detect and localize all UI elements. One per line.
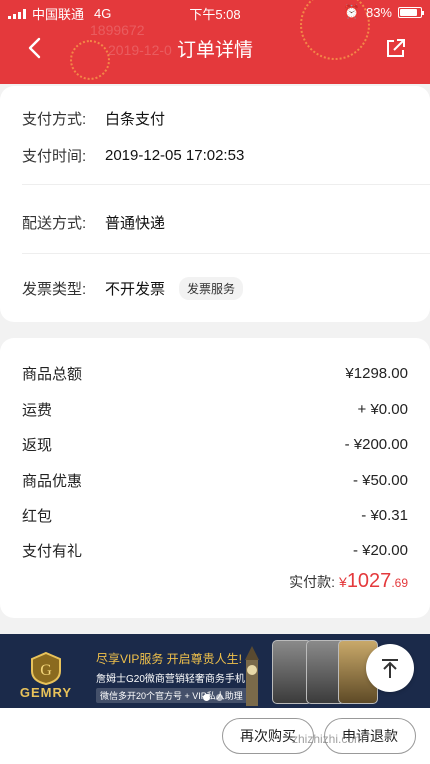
brand-name: GEMRY <box>19 685 73 700</box>
payment-time-row: 支付时间: 2019-12-05 17:02:53 <box>22 143 408 167</box>
delivery-method-label: 配送方式: <box>22 214 87 232</box>
delivery-method-row: 配送方式: 普通快递 <box>22 210 408 234</box>
divider <box>22 253 430 254</box>
price-row: 红包 - ¥0.31 <box>22 503 408 527</box>
total-paid-label: 实付款: <box>289 574 336 590</box>
crest-icon: G <box>31 651 61 685</box>
payment-time-value: 2019-12-05 17:02:53 <box>105 146 245 164</box>
payment-method-row: 支付方式: 白条支付 <box>22 106 408 130</box>
price-row-label: 支付有礼 <box>22 542 83 560</box>
scroll-to-top-button[interactable] <box>366 644 414 692</box>
clock-tower-image <box>245 646 259 706</box>
battery-icon <box>398 6 424 18</box>
invoice-service-tag[interactable]: 发票服务 <box>179 276 244 300</box>
arrow-up-icon <box>382 659 398 678</box>
payment-method-label: 支付方式: <box>22 110 87 128</box>
carousel-dot[interactable] <box>216 694 223 701</box>
divider <box>22 184 430 185</box>
price-row-value: - ¥20.00 <box>352 541 408 559</box>
navbar: 订单详情 <box>0 24 430 72</box>
total-paid-value: ¥1027.69 <box>339 570 408 593</box>
price-row: 商品总额 ¥1298.00 <box>22 361 408 385</box>
currency-symbol: ¥ <box>339 574 347 590</box>
price-row-value: - ¥200.00 <box>344 435 408 453</box>
payment-method-value: 白条支付 <box>105 110 166 128</box>
price-row: 支付有礼 - ¥20.00 <box>22 538 408 562</box>
price-row: 返现 - ¥200.00 <box>22 432 408 456</box>
price-row-label: 商品总额 <box>22 365 83 383</box>
total-decimal: .69 <box>391 576 408 590</box>
total-paid: 实付款: ¥1027.69 <box>289 570 408 593</box>
price-row-value: ¥1298.00 <box>345 364 408 382</box>
price-row-value: - ¥50.00 <box>352 471 408 489</box>
alarm-icon: ⏰ <box>343 4 360 19</box>
carousel-dot[interactable] <box>203 694 210 701</box>
banner-feature: 微信多开20个官方号 + VIP私人助理 <box>96 688 247 703</box>
watermark: zhizhizhi.com <box>292 732 365 746</box>
price-row: 商品优惠 - ¥50.00 <box>22 468 408 492</box>
share-icon <box>387 39 405 57</box>
brand-logo: G GEMRY <box>10 642 82 700</box>
price-row-label: 红包 <box>22 507 53 525</box>
price-row-label: 商品优惠 <box>22 472 83 490</box>
price-row-value: - ¥0.31 <box>361 506 408 524</box>
payment-info-card: 支付方式: 白条支付 支付时间: 2019-12-05 17:02:53 配送方… <box>0 86 430 322</box>
battery-percent: 83% <box>365 4 392 20</box>
status-bar: 中国联通 4G 下午5:08 ⏰ 83% <box>0 0 430 24</box>
page-title: 订单详情 <box>176 40 253 61</box>
banner-headline: 尽享VIP服务 开启尊贵人生! <box>96 652 243 666</box>
svg-text:G: G <box>40 662 52 679</box>
total-integer: 1027 <box>346 570 392 592</box>
banner-subheadline: 詹姆士G20微商营销轻奢商务手机 <box>96 674 245 685</box>
payment-time-label: 支付时间: <box>22 147 87 165</box>
price-row: 运费 + ¥0.00 <box>22 397 408 421</box>
bottom-action-bar: 再次购买 申请退款 <box>0 708 430 764</box>
invoice-type-row: 发票类型: 不开发票 发票服务 <box>22 276 408 300</box>
price-row-label: 运费 <box>22 401 53 419</box>
header: 1899672 2019-12-0 中国联通 4G 下午5:08 ⏰ 83% 订… <box>0 0 430 84</box>
delivery-method-value: 普通快递 <box>105 214 166 232</box>
share-button[interactable] <box>380 32 412 64</box>
price-breakdown-card: 商品总额 ¥1298.00 运费 + ¥0.00 返现 - ¥200.00 商品… <box>0 338 430 618</box>
price-row-value: + ¥0.00 <box>357 400 408 418</box>
invoice-type-label: 发票类型: <box>22 280 87 298</box>
price-row-label: 返现 <box>22 436 53 454</box>
carousel-indicator <box>203 694 223 701</box>
invoice-type-value: 不开发票 <box>105 280 166 298</box>
